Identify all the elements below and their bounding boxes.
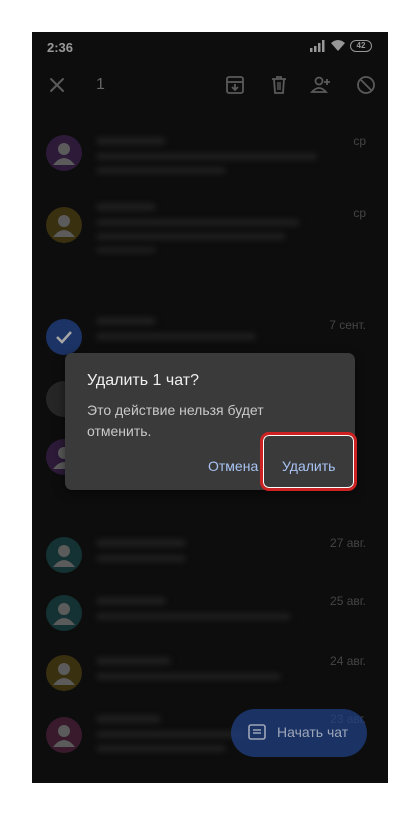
highlight-box	[260, 432, 357, 491]
start-chat-button[interactable]: Начать чат	[231, 709, 367, 757]
chat-icon	[248, 724, 266, 740]
dialog-title: Удалить 1 чат?	[87, 372, 199, 389]
start-chat-label: Начать чат	[277, 724, 349, 740]
phone-screen: 2:36 42 1 ср ср 7 сент. 27 авг. 25 авг. …	[32, 32, 388, 783]
cancel-button[interactable]: Отмена	[208, 458, 258, 474]
